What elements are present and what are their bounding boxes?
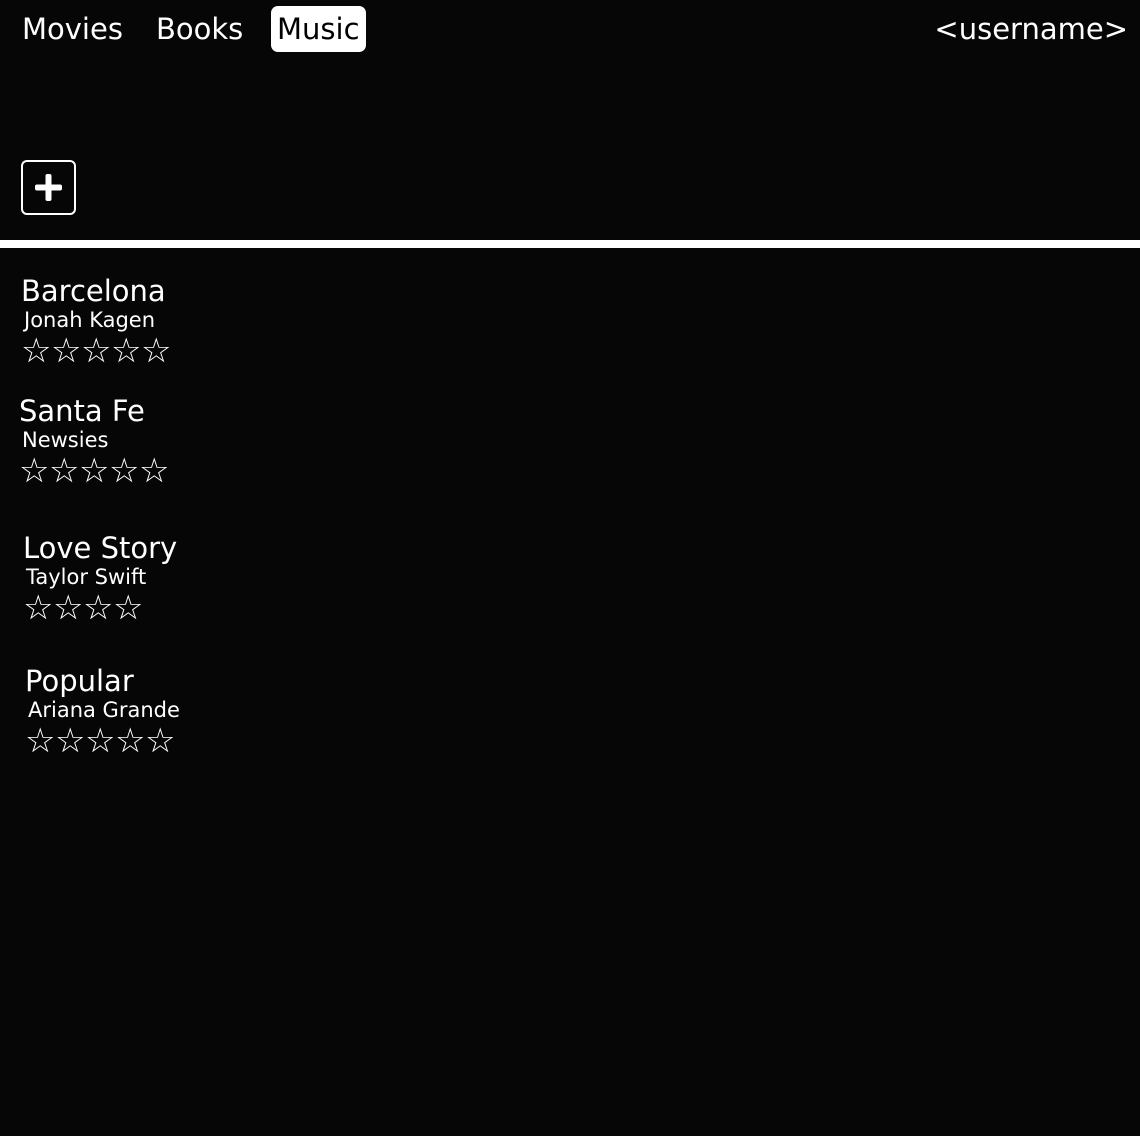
star-icon[interactable]: ☆ <box>53 591 83 625</box>
song-title: Popular <box>25 664 134 698</box>
section-divider <box>0 240 1140 248</box>
star-rating[interactable]: ☆☆☆☆☆ <box>21 334 171 368</box>
star-icon[interactable]: ☆ <box>81 334 111 368</box>
star-icon[interactable]: ☆ <box>115 724 145 758</box>
tab-music[interactable]: Music <box>271 6 366 52</box>
star-icon[interactable]: ☆ <box>25 724 55 758</box>
star-icon[interactable]: ☆ <box>111 334 141 368</box>
plus-icon <box>35 174 62 201</box>
star-icon[interactable]: ☆ <box>139 454 169 488</box>
song-title: Love Story <box>23 531 178 565</box>
tab-books[interactable]: Books <box>150 6 249 52</box>
star-icon[interactable]: ☆ <box>85 724 115 758</box>
star-icon[interactable]: ☆ <box>19 454 49 488</box>
song-title: Barcelona <box>21 274 166 308</box>
star-icon[interactable]: ☆ <box>79 454 109 488</box>
star-icon[interactable]: ☆ <box>83 591 113 625</box>
top-nav: Movies Books Music <username> <box>0 6 1140 52</box>
username-link[interactable]: <username> <box>934 6 1128 52</box>
song-artist: Ariana Grande <box>28 698 180 722</box>
page: Movies Books Music <username> Barcelona … <box>0 0 1140 1136</box>
star-icon[interactable]: ☆ <box>51 334 81 368</box>
tab-movies[interactable]: Movies <box>16 6 129 52</box>
star-icon[interactable]: ☆ <box>49 454 79 488</box>
star-icon[interactable]: ☆ <box>55 724 85 758</box>
add-song-button[interactable] <box>21 160 76 215</box>
star-icon[interactable]: ☆ <box>21 334 51 368</box>
star-icon[interactable]: ☆ <box>145 724 175 758</box>
star-icon[interactable]: ☆ <box>109 454 139 488</box>
song-title: Santa Fe <box>19 394 145 428</box>
star-rating[interactable]: ☆☆☆☆☆ <box>19 454 169 488</box>
star-rating[interactable]: ☆☆☆☆ <box>23 591 143 625</box>
star-icon[interactable]: ☆ <box>141 334 171 368</box>
song-artist: Newsies <box>22 428 109 452</box>
star-icon[interactable]: ☆ <box>23 591 53 625</box>
song-artist: Jonah Kagen <box>24 308 156 332</box>
star-rating[interactable]: ☆☆☆☆☆ <box>25 724 175 758</box>
song-artist: Taylor Swift <box>26 565 147 589</box>
star-icon[interactable]: ☆ <box>113 591 143 625</box>
